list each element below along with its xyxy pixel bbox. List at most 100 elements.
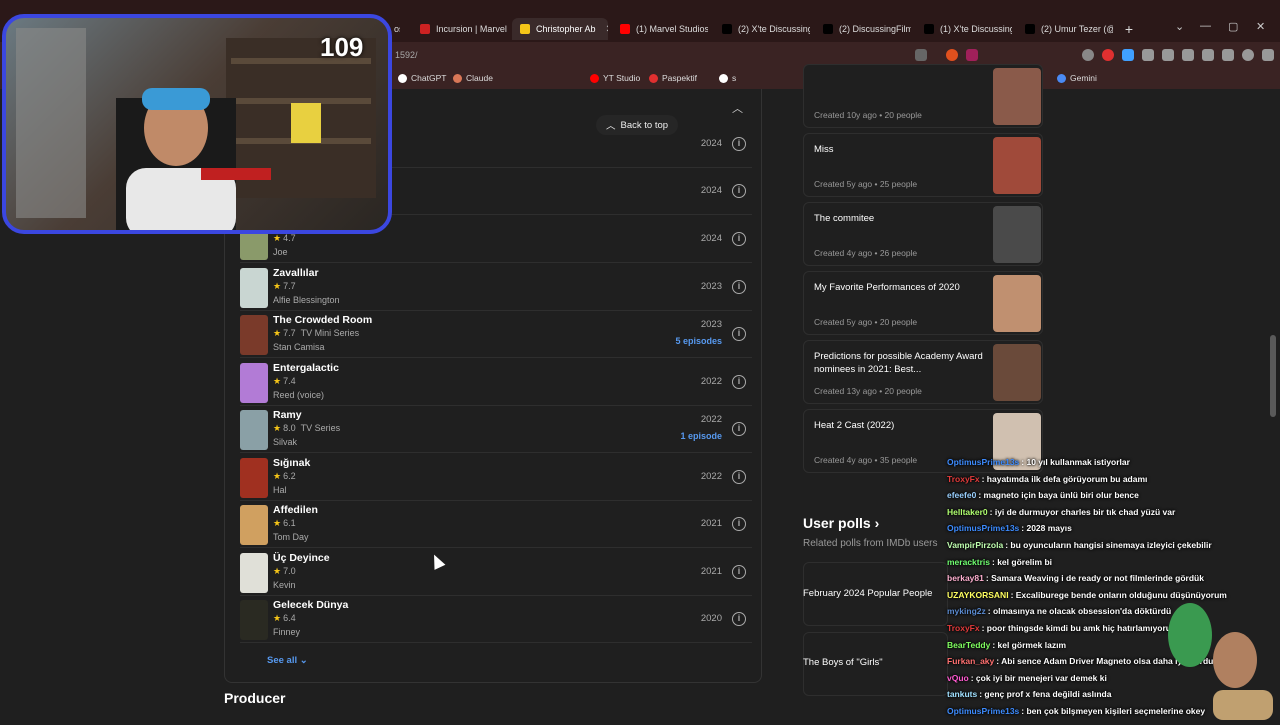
poster-thumbnail[interactable] — [240, 458, 268, 498]
episodes-link[interactable]: 5 episodes — [675, 336, 722, 346]
title-link[interactable]: The Crowded Room — [273, 314, 372, 326]
poster-thumbnail[interactable] — [240, 600, 268, 640]
info-icon[interactable]: i — [732, 184, 746, 198]
browser-tab[interactable]: (2) DiscussingFilm — [815, 18, 911, 40]
puzzle-icon[interactable] — [1142, 49, 1154, 61]
star-icon: ★ — [273, 566, 282, 576]
poll-title[interactable]: The Boys of "Girls" — [803, 657, 963, 668]
url-text[interactable]: 1592/ — [395, 50, 418, 60]
filmography-row[interactable]: Sığınak ★ 6.2 Hal 2022 i — [240, 454, 752, 501]
chat-username: tankuts — [947, 689, 978, 700]
tab-favicon-icon — [924, 24, 934, 34]
title-link[interactable]: Zavallılar — [273, 267, 319, 279]
close-tab-icon[interactable]: ✕ — [606, 24, 608, 35]
collapse-chevron-icon[interactable]: ︿ — [732, 100, 743, 116]
list-meta: Created 4y ago • 26 people — [814, 248, 918, 258]
info-icon[interactable]: i — [732, 137, 746, 151]
list-title[interactable]: My Favorite Performances of 2020 — [814, 281, 984, 294]
bookmark-item[interactable]: Paspektif — [649, 73, 697, 83]
info-icon[interactable]: i — [732, 232, 746, 246]
rewards-icon[interactable] — [966, 49, 978, 61]
poster-thumbnail[interactable] — [240, 553, 268, 593]
menu-icon[interactable] — [1262, 49, 1274, 61]
user-list-card[interactable]: Created 10y ago • 20 people — [803, 64, 1043, 128]
chat-username: OptimusPrime13s — [947, 457, 1020, 467]
bookmark-item[interactable]: Gemini — [1057, 73, 1097, 83]
extension-icon[interactable] — [1122, 49, 1134, 61]
list-title[interactable]: Heat 2 Cast (2022) — [814, 419, 984, 432]
scrollbar-thumb[interactable] — [1270, 335, 1276, 417]
poster-thumbnail[interactable] — [240, 268, 268, 308]
vpn-icon[interactable] — [1222, 49, 1234, 61]
bookmark-item[interactable]: s — [719, 73, 736, 83]
list-thumbnail[interactable] — [993, 137, 1041, 194]
browser-tab[interactable]: (1) Marvel Studios — [612, 18, 708, 40]
filmography-row[interactable]: Üç Deyince ★ 7.0 Kevin 2021 i — [240, 549, 752, 596]
minimize-button[interactable]: — — [1200, 20, 1211, 32]
see-all-button[interactable]: See all ⌄ — [267, 655, 308, 666]
poster-thumbnail[interactable] — [240, 410, 268, 450]
filmography-row[interactable]: The Crowded Room ★ 7.7 TV Mini Series Stan … — [240, 311, 752, 358]
list-thumbnail[interactable] — [993, 68, 1041, 125]
browser-tab[interactable]: Christopher Ab ✕ — [512, 18, 608, 40]
episodes-link[interactable]: 1 episode — [680, 431, 722, 441]
user-list-card[interactable]: My Favorite Performances of 2020 Created … — [803, 271, 1043, 335]
list-thumbnail[interactable] — [993, 275, 1041, 332]
tab-favicon-icon — [722, 24, 732, 34]
maximize-button[interactable]: ▢ — [1228, 20, 1238, 33]
bookmark-item[interactable]: YT Studio — [590, 73, 640, 83]
info-icon[interactable]: i — [732, 280, 746, 294]
list-title[interactable]: The commitee — [814, 212, 984, 225]
title-link[interactable]: Gelecek Dünya — [273, 599, 348, 611]
bookmark-item[interactable]: ChatGPT — [398, 73, 446, 83]
info-icon[interactable]: i — [732, 565, 746, 579]
title-type: TV Mini Series — [300, 328, 360, 338]
info-icon[interactable]: i — [732, 422, 746, 436]
filmography-row[interactable]: Zavallılar ★ 7.7 Alfie Blessington 2023 i — [240, 264, 752, 311]
browser-tab[interactable]: (1) X'te Discussing — [916, 18, 1012, 40]
title-link[interactable]: Ramy — [273, 409, 302, 421]
title-link[interactable]: Entergalactic — [273, 362, 339, 374]
filmography-row[interactable]: Affedilen ★ 6.1 Tom Day 2021 i — [240, 501, 752, 548]
browser-tab[interactable]: (2) Umur Tezer (@ — [1017, 18, 1113, 40]
browser-tab[interactable]: (2) X'te DiscussingF — [714, 18, 810, 40]
user-list-card[interactable]: Predictions for possible Academy Award n… — [803, 340, 1043, 404]
user-polls-heading[interactable]: User polls › — [803, 515, 879, 531]
close-window-button[interactable]: ✕ — [1256, 20, 1265, 33]
rating-value: 7.4 — [283, 376, 296, 386]
youtube-extension-icon[interactable] — [1102, 49, 1114, 61]
sidebar-icon[interactable] — [1182, 49, 1194, 61]
shield-icon[interactable] — [1242, 49, 1254, 61]
poster-thumbnail[interactable] — [240, 505, 268, 545]
extension-icon[interactable] — [1082, 49, 1094, 61]
tab-search-icon[interactable]: ⌄ — [1175, 20, 1184, 33]
title-link[interactable]: Affedilen — [273, 504, 318, 516]
list-thumbnail[interactable] — [993, 344, 1041, 401]
poll-title[interactable]: February 2024 Popular People — [803, 588, 963, 599]
playlist-icon[interactable] — [1162, 49, 1174, 61]
title-link[interactable]: Üç Deyince — [273, 552, 330, 564]
user-list-card[interactable]: The commitee Created 4y ago • 26 people — [803, 202, 1043, 266]
bookmark-item[interactable]: Claude — [453, 73, 493, 83]
brave-shield-icon[interactable] — [946, 49, 958, 61]
info-icon[interactable]: i — [732, 470, 746, 484]
poster-thumbnail[interactable] — [240, 363, 268, 403]
list-thumbnail[interactable] — [993, 206, 1041, 263]
filmography-row[interactable]: Entergalactic ★ 7.4 Reed (voice) 2022 i — [240, 359, 752, 406]
new-tab-button[interactable]: + — [1120, 20, 1138, 38]
user-list-card[interactable]: Miss Created 5y ago • 25 people — [803, 133, 1043, 197]
info-icon[interactable]: i — [732, 517, 746, 531]
info-icon[interactable]: i — [732, 375, 746, 389]
list-title[interactable]: Predictions for possible Academy Award n… — [814, 350, 984, 376]
list-meta: Created 10y ago • 20 people — [814, 110, 922, 120]
translate-icon[interactable] — [915, 49, 927, 61]
info-icon[interactable]: i — [732, 612, 746, 626]
poster-thumbnail[interactable] — [240, 315, 268, 355]
title-link[interactable]: Sığınak — [273, 457, 310, 469]
list-title[interactable]: Miss — [814, 143, 984, 156]
browser-tab[interactable]: Incursion | Marvel C — [412, 18, 508, 40]
wallet-icon[interactable] — [1202, 49, 1214, 61]
filmography-row[interactable]: Ramy ★ 8.0 TV Series Silvak 2022 1 episode i — [240, 406, 752, 453]
filmography-row[interactable]: Gelecek Dünya ★ 6.4 Finney 2020 i — [240, 596, 752, 643]
info-icon[interactable]: i — [732, 327, 746, 341]
